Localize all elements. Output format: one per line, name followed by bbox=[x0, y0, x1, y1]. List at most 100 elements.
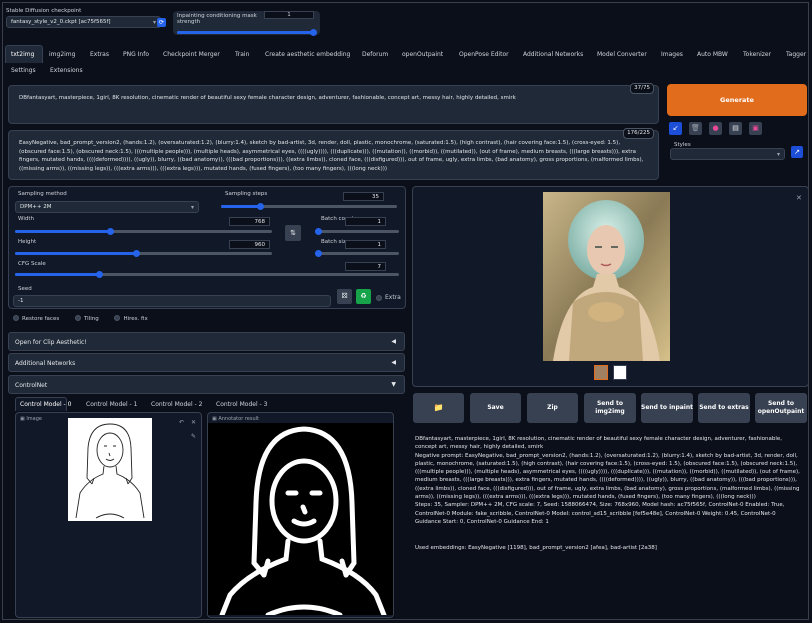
apply-style-icon[interactable]: ↗ bbox=[791, 146, 803, 158]
tiling-checkbox[interactable] bbox=[74, 315, 81, 321]
batch-count-input[interactable]: 1 bbox=[345, 217, 386, 226]
extra-seed-option[interactable]: Extra bbox=[376, 294, 401, 301]
height-slider[interactable] bbox=[15, 248, 272, 258]
negative-prompt-text: EasyNegative, bad_prompt_version2, (hand… bbox=[19, 140, 644, 172]
seed-label: Seed bbox=[18, 286, 32, 292]
styles-dropdown[interactable]: ▾ bbox=[670, 148, 785, 160]
negative-token-counter: 176/225 bbox=[623, 128, 654, 139]
restore-faces-label: Restore faces bbox=[22, 315, 60, 322]
sampling-steps-input[interactable]: 35 bbox=[343, 192, 384, 201]
prompt-token-counter: 37/75 bbox=[630, 83, 654, 94]
clipboard-icon[interactable]: ▤ bbox=[729, 122, 742, 135]
tab-png-info[interactable]: PNG Info bbox=[123, 51, 149, 58]
mask-strength-slider[interactable] bbox=[177, 27, 317, 37]
tab-openpose-editor[interactable]: OpenPose Editor bbox=[459, 51, 509, 58]
extra-checkbox[interactable] bbox=[376, 294, 382, 301]
generate-button[interactable]: Generate bbox=[667, 84, 807, 116]
prompt-input[interactable]: DBfantasyart, masterpiece, 1girl, 8K res… bbox=[8, 83, 659, 124]
width-input[interactable]: 768 bbox=[229, 217, 270, 226]
tab-extras[interactable]: Extras bbox=[90, 51, 109, 58]
close-icon[interactable]: ✕ bbox=[796, 194, 802, 202]
tab-img2img[interactable]: img2img bbox=[49, 51, 75, 58]
hires-fix-label: Hires. fix bbox=[123, 315, 148, 322]
tab-additional-networks[interactable]: Additional Networks bbox=[523, 51, 583, 58]
generated-image[interactable] bbox=[543, 192, 670, 361]
cfg-scale-slider[interactable] bbox=[15, 269, 399, 279]
batch-count-slider[interactable] bbox=[315, 226, 399, 236]
generation-info: DBfantasyart, masterpiece, 1girl, 8K res… bbox=[415, 435, 803, 553]
controlnet-label: ControlNet bbox=[15, 382, 48, 389]
checkpoint-dropdown[interactable]: fantasy_style_v2_0.ckpt [ac75f565f] ▾ bbox=[6, 16, 161, 28]
tab-train[interactable]: Train bbox=[235, 51, 249, 58]
height-label: Height bbox=[18, 239, 37, 245]
send-to-img2img-button[interactable]: Send to img2img bbox=[584, 393, 636, 423]
tab-settings[interactable]: Settings bbox=[11, 67, 36, 74]
tab-control-model-3[interactable]: Control Model - 3 bbox=[216, 401, 267, 408]
negative-prompt-input[interactable]: EasyNegative, bad_prompt_version2, (hand… bbox=[8, 128, 659, 180]
zip-button[interactable]: Zip bbox=[527, 393, 578, 423]
batch-size-slider[interactable] bbox=[315, 248, 399, 258]
hires-fix-checkbox[interactable] bbox=[114, 315, 121, 321]
brush-icon[interactable]: ✎ bbox=[191, 433, 196, 440]
thumbnail-generated[interactable] bbox=[594, 365, 608, 380]
extra-networks-icon[interactable]: ● bbox=[709, 122, 722, 135]
open-folder-button[interactable]: 📁 bbox=[413, 393, 464, 423]
sampling-steps-label: Sampling steps bbox=[225, 191, 268, 197]
chevron-down-icon: ▾ bbox=[190, 204, 194, 211]
tab-aesthetic-embedding[interactable]: Create aesthetic embedding bbox=[265, 51, 350, 58]
tab-control-model-2[interactable]: Control Model - 2 bbox=[151, 401, 202, 408]
sampling-steps-slider[interactable] bbox=[221, 201, 397, 211]
arrow-icon[interactable]: ↙ bbox=[669, 122, 682, 135]
tab-control-model-1[interactable]: Control Model - 1 bbox=[86, 401, 137, 408]
controlnet-accordion[interactable]: ControlNet ▼ bbox=[8, 375, 405, 394]
trash-icon[interactable]: 🗑 bbox=[689, 122, 702, 135]
tab-model-converter[interactable]: Model Converter bbox=[597, 51, 647, 58]
tiling-option[interactable]: Tiling bbox=[74, 315, 99, 322]
tab-tagger[interactable]: Tagger bbox=[786, 51, 806, 58]
caret-left-icon: ◀ bbox=[391, 338, 396, 345]
close-icon[interactable]: ✕ bbox=[191, 419, 196, 426]
tab-deforum[interactable]: Deforum bbox=[362, 51, 388, 58]
tab-checkpoint-merger[interactable]: Checkpoint Merger bbox=[163, 51, 220, 58]
tab-openoutpaint[interactable]: openOutpaint bbox=[402, 51, 443, 58]
additional-networks-accordion[interactable]: Additional Networks ◀ bbox=[8, 353, 405, 372]
refresh-checkpoint-button[interactable]: ⟳ bbox=[157, 18, 166, 27]
tab-control-model-0[interactable]: Control Model - 0 bbox=[20, 401, 71, 408]
extra-label: Extra bbox=[385, 294, 401, 301]
send-to-inpaint-button[interactable]: Send to inpaint bbox=[641, 393, 693, 423]
send-to-openoutpaint-button[interactable]: Send to openOutpaint bbox=[755, 393, 807, 423]
thumbnail-annotator[interactable] bbox=[613, 365, 627, 380]
info-embeddings: Used embeddings: EasyNegative [1198], ba… bbox=[415, 545, 657, 552]
caret-left-icon: ◀ bbox=[391, 359, 396, 366]
tab-images[interactable]: Images bbox=[661, 51, 683, 58]
tab-tokenizer[interactable]: Tokenizer bbox=[743, 51, 771, 58]
mask-strength-input[interactable]: 1 bbox=[264, 11, 314, 19]
cfg-scale-label: CFG Scale bbox=[18, 261, 46, 267]
send-to-extras-button[interactable]: Send to extras bbox=[698, 393, 750, 423]
tab-extensions[interactable]: Extensions bbox=[50, 67, 83, 74]
mask-strength-label: Inpainting conditioning mask strength bbox=[177, 13, 257, 25]
seed-input[interactable]: -1 bbox=[13, 295, 331, 307]
clip-aesthetic-accordion[interactable]: Open for Clip Aesthetic! ◀ bbox=[8, 332, 405, 351]
dice-icon[interactable]: ⚄ bbox=[337, 289, 352, 304]
chevron-down-icon: ▾ bbox=[152, 19, 156, 26]
sampling-method-value: DPM++ 2M bbox=[20, 204, 52, 210]
tab-auto-mbw[interactable]: Auto MBW bbox=[697, 51, 728, 58]
info-prompt: DBfantasyart, masterpiece, 1girl, 8K res… bbox=[415, 436, 782, 451]
restore-faces-checkbox[interactable] bbox=[13, 315, 19, 321]
recycle-icon[interactable]: ♻ bbox=[356, 289, 371, 304]
width-slider[interactable] bbox=[15, 226, 272, 236]
swap-dimensions-icon[interactable]: ⇅ bbox=[285, 225, 301, 241]
tab-txt2img[interactable]: txt2img bbox=[11, 51, 34, 58]
save-style-icon[interactable]: ▣ bbox=[749, 122, 762, 135]
hires-fix-option[interactable]: Hires. fix bbox=[114, 315, 148, 322]
sampling-method-dropdown[interactable]: DPM++ 2M ▾ bbox=[15, 201, 199, 213]
undo-icon[interactable]: ↶ bbox=[179, 419, 184, 426]
save-button[interactable]: Save bbox=[470, 393, 521, 423]
tiling-label: Tiling bbox=[83, 315, 99, 322]
prompt-text: DBfantasyart, masterpiece, 1girl, 8K res… bbox=[19, 95, 516, 101]
restore-faces-option[interactable]: Restore faces bbox=[13, 315, 60, 322]
caret-down-icon: ▼ bbox=[391, 381, 396, 388]
mask-strength-panel: Inpainting conditioning mask strength 1 bbox=[173, 11, 320, 37]
annotator-label: ▣ Annotator result bbox=[212, 416, 259, 422]
